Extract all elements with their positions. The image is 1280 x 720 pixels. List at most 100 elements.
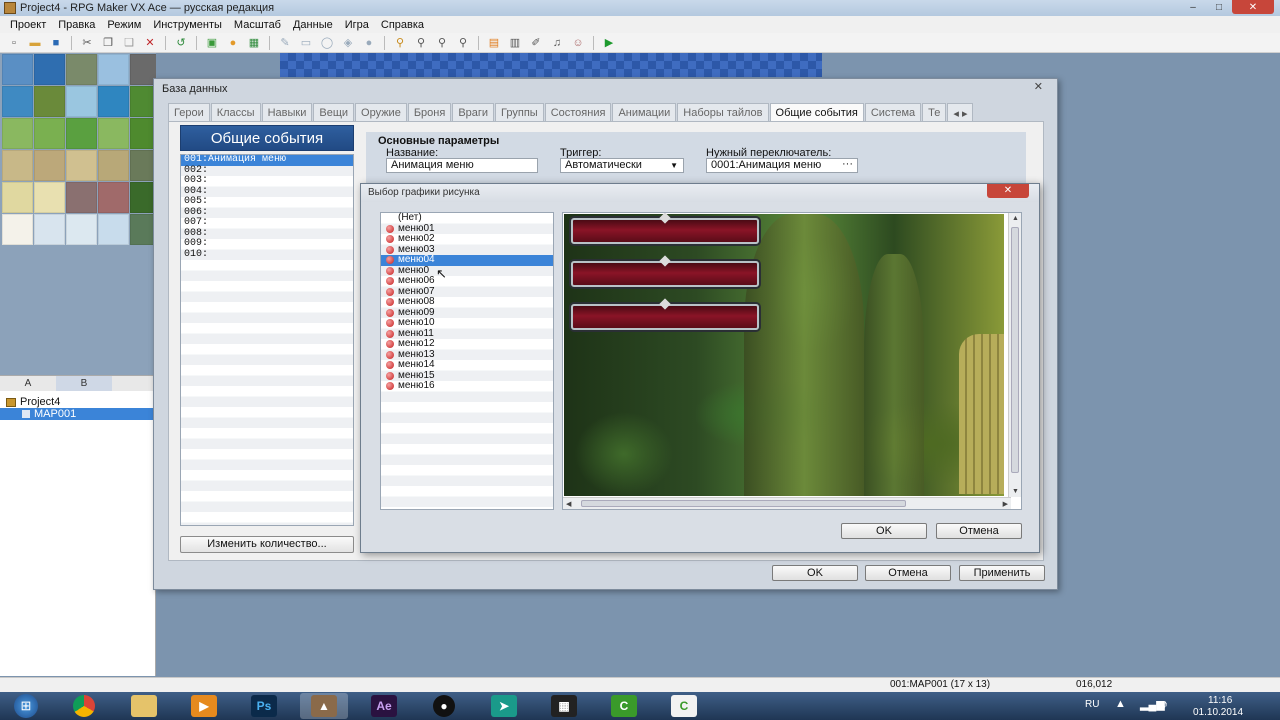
events-list[interactable]: 001:Анимация меню 002: 003: 004: 005: 00… — [180, 154, 354, 526]
maximize-button[interactable]: □ — [1206, 0, 1232, 14]
palette-tab-a[interactable]: A — [0, 376, 56, 391]
menu-help[interactable]: Справка — [375, 19, 430, 31]
tab-classes[interactable]: Классы — [210, 103, 261, 121]
event-item[interactable]: 003: — [181, 175, 353, 187]
menu-tools[interactable]: Инструменты — [147, 19, 228, 31]
tab-items[interactable]: Вещи — [313, 103, 355, 121]
scroll-up-icon[interactable]: ▲ — [1012, 215, 1019, 222]
script-editor-icon[interactable]: ✐ — [528, 35, 544, 51]
database-cancel-button[interactable]: Отмена — [865, 565, 951, 581]
save-project-icon[interactable]: ■ — [48, 35, 64, 51]
shadow-pen-icon[interactable]: ● — [361, 35, 377, 51]
tab-actors[interactable]: Герои — [168, 103, 210, 121]
zoom-1-4-icon[interactable]: ⚲ — [434, 35, 450, 51]
character-generator-icon[interactable]: ☺ — [570, 35, 586, 51]
tray-arrow-icon[interactable]: ▲ — [1115, 698, 1126, 710]
menu-project[interactable]: Проект — [4, 19, 52, 31]
open-project-icon[interactable]: ▬ — [27, 35, 43, 51]
tab-weapons[interactable]: Оружие — [355, 103, 407, 121]
rectangle-icon[interactable]: ▭ — [298, 35, 314, 51]
menu-mode[interactable]: Режим — [101, 19, 147, 31]
undo-icon[interactable]: ↺ — [173, 35, 189, 51]
tab-tilesets[interactable]: Наборы тайлов — [677, 103, 769, 121]
picture-file-list[interactable]: (Нет) меню01 меню02 меню03 меню04 меню0 … — [380, 212, 554, 510]
tree-map-item[interactable]: MAP001 — [0, 408, 155, 420]
file-item-none[interactable]: (Нет) — [381, 212, 553, 224]
tab-animations[interactable]: Анимации — [612, 103, 677, 121]
file-item-selected[interactable]: меню04 — [381, 254, 553, 266]
picture-chooser-close-button[interactable]: ✕ — [987, 184, 1029, 198]
event-item[interactable]: 001:Анимация меню — [181, 154, 353, 166]
ellipsis-icon[interactable]: ··· — [842, 158, 853, 171]
clock-time[interactable]: 11:16 — [1208, 695, 1232, 706]
tab-system[interactable]: Система — [864, 103, 922, 121]
vertical-scroll-thumb[interactable] — [1011, 227, 1019, 473]
delete-icon[interactable]: ✕ — [142, 35, 158, 51]
menu-game[interactable]: Игра — [339, 19, 375, 31]
clock-date[interactable]: 01.10.2014 — [1193, 707, 1243, 718]
taskbar-camtasia-2[interactable]: C — [660, 693, 708, 719]
paste-icon[interactable]: ❑ — [121, 35, 137, 51]
playtest-icon[interactable]: ▶ — [601, 35, 617, 51]
tab-skills[interactable]: Навыки — [261, 103, 313, 121]
tab-common-events[interactable]: Общие события — [769, 103, 864, 121]
event-item[interactable]: 007: — [181, 217, 353, 229]
scroll-left-icon[interactable]: ◀ — [566, 500, 571, 508]
trigger-select[interactable]: Автоматически ▼ — [560, 158, 684, 173]
file-item[interactable]: меню02 — [381, 233, 553, 245]
switch-field[interactable]: 0001:Анимация меню ··· — [706, 158, 858, 173]
menu-data[interactable]: Данные — [287, 19, 339, 31]
zoom-1-8-icon[interactable]: ⚲ — [455, 35, 471, 51]
zoom-1-2-icon[interactable]: ⚲ — [413, 35, 429, 51]
taskbar-video-editor[interactable]: ▦ — [540, 693, 588, 719]
copy-icon[interactable]: ❐ — [100, 35, 116, 51]
picture-ok-button[interactable]: OK — [841, 523, 927, 539]
tab-scroll-arrows[interactable]: ◂ ▸ — [947, 103, 974, 121]
file-item[interactable]: меню16 — [381, 380, 553, 392]
taskbar-media[interactable]: ▶ — [180, 693, 228, 719]
fill-icon[interactable]: ◈ — [340, 35, 356, 51]
tab-terms[interactable]: Те — [922, 103, 947, 121]
event-item[interactable]: 010: — [181, 249, 353, 261]
zoom-1-1-icon[interactable]: ⚲ — [392, 35, 408, 51]
event-item[interactable]: 009: — [181, 238, 353, 250]
file-item[interactable]: меню12 — [381, 338, 553, 350]
event-mode-icon[interactable]: ● — [225, 35, 241, 51]
region-mode-icon[interactable]: ▦ — [246, 35, 262, 51]
sound-test-icon[interactable]: ♫ — [549, 35, 565, 51]
palette-tab-b[interactable]: B — [56, 376, 112, 391]
picture-cancel-button[interactable]: Отмена — [936, 523, 1022, 539]
volume-icon[interactable]: ♪ — [1162, 697, 1168, 711]
start-button[interactable]: ⊞ — [4, 693, 48, 719]
preview-vertical-scrollbar[interactable]: ▲ ▼ — [1008, 213, 1021, 497]
cut-icon[interactable]: ✂ — [79, 35, 95, 51]
database-ok-button[interactable]: OK — [772, 565, 858, 581]
network-icon[interactable]: ▂▄▆ — [1140, 698, 1165, 711]
taskbar-rpgmaker[interactable]: ▲ — [300, 693, 348, 719]
preview-horizontal-scrollbar[interactable]: ◀ ▶ — [563, 497, 1011, 509]
language-indicator[interactable]: RU — [1085, 699, 1099, 710]
change-maximum-button[interactable]: Изменить количество... — [180, 536, 354, 553]
name-field[interactable]: Анимация меню — [386, 158, 538, 173]
file-item[interactable]: меню10 — [381, 317, 553, 329]
taskbar-camera[interactable]: ● — [420, 693, 468, 719]
tab-troops[interactable]: Группы — [495, 103, 544, 121]
resource-manager-icon[interactable]: ▥ — [507, 35, 523, 51]
scroll-right-icon[interactable]: ▶ — [1003, 500, 1008, 508]
minimize-button[interactable]: – — [1180, 0, 1206, 14]
taskbar-chrome[interactable] — [60, 693, 108, 719]
scroll-down-icon[interactable]: ▼ — [1012, 488, 1019, 495]
close-button[interactable]: ✕ — [1232, 0, 1274, 14]
tab-enemies[interactable]: Враги — [452, 103, 495, 121]
database-close-button[interactable]: ✕ — [1034, 80, 1043, 93]
file-item[interactable]: меню14 — [381, 359, 553, 371]
taskbar-explorer[interactable] — [120, 693, 168, 719]
horizontal-scroll-thumb[interactable] — [581, 500, 906, 507]
menu-edit[interactable]: Правка — [52, 19, 101, 31]
tile-palette[interactable] — [0, 53, 156, 375]
ellipse-icon[interactable]: ◯ — [319, 35, 335, 51]
taskbar-photoshop[interactable]: Ps — [240, 693, 288, 719]
file-item[interactable]: меню08 — [381, 296, 553, 308]
database-icon[interactable]: ▤ — [486, 35, 502, 51]
taskbar-camtasia[interactable]: C — [600, 693, 648, 719]
